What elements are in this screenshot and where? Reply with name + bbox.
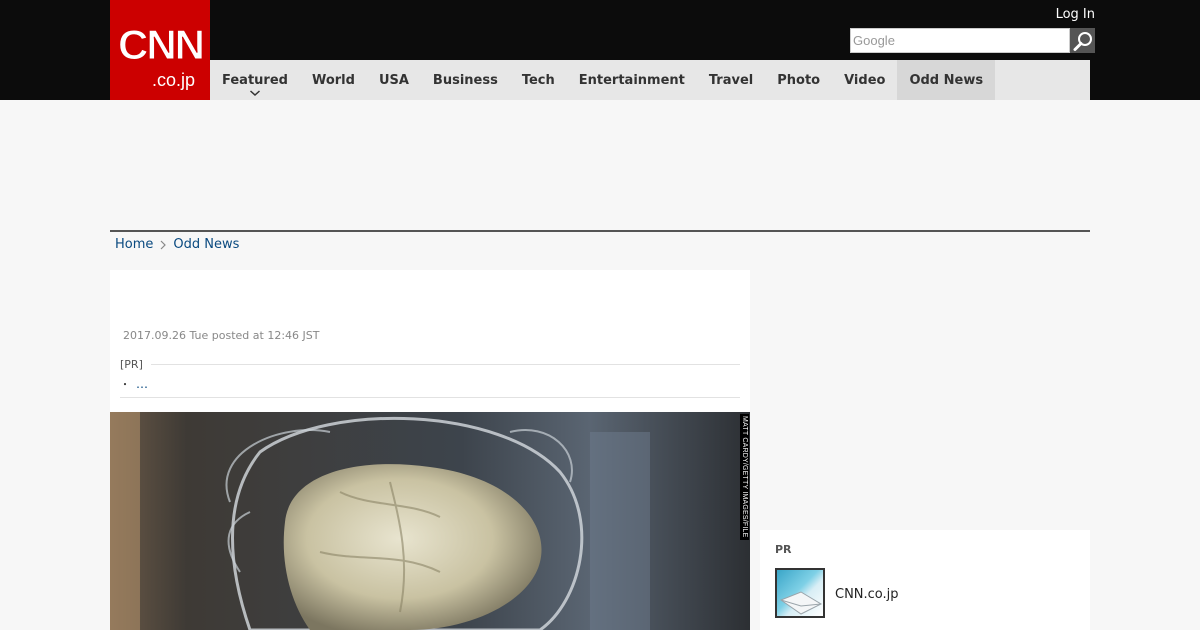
nav-item-odd-news[interactable]: Odd News — [897, 60, 996, 100]
cnn-logo[interactable]: CNN .co.jp — [110, 0, 210, 100]
nav-item-tech[interactable]: Tech — [510, 60, 567, 100]
section-divider — [110, 230, 1090, 232]
pr-label: [PR] — [120, 358, 143, 371]
nav-item-world[interactable]: World — [300, 60, 367, 100]
nav-item-label: Odd News — [909, 72, 984, 88]
pr-divider-bottom — [120, 397, 740, 398]
search-input[interactable] — [850, 28, 1070, 53]
login-link[interactable]: Log In — [1056, 7, 1095, 22]
chevron-right-icon — [160, 240, 167, 250]
sidebar-ad-area — [760, 270, 1090, 520]
sidebar-pr-label: PR — [775, 543, 792, 556]
article-hero-image: MATT CARDY/GETTY IMAGES/FILE — [110, 412, 750, 630]
nav-item-usa[interactable]: USA — [367, 60, 421, 100]
search-button[interactable] — [1070, 28, 1095, 53]
sidebar-pr-title[interactable]: CNN.co.jp — [835, 587, 899, 602]
site-header: CNN .co.jp Log In Featured World USA Bus… — [0, 0, 1200, 100]
breadcrumb-current[interactable]: Odd News — [173, 237, 239, 252]
chevron-down-icon — [249, 90, 260, 96]
pr-list-item: ・ … — [120, 376, 740, 392]
photo-credit: MATT CARDY/GETTY IMAGES/FILE — [740, 414, 749, 540]
nav-item-photo[interactable]: Photo — [765, 60, 832, 100]
pr-divider — [150, 364, 740, 365]
nav-item-label: Business — [432, 72, 498, 88]
main-nav: Featured World USA Business Tech Enterta… — [210, 60, 1090, 100]
pr-bullet: ・ — [120, 380, 130, 391]
nav-item-label: Photo — [777, 72, 821, 88]
sidebar-pr-box: PR CNN.co.jp — [760, 530, 1090, 630]
post-date: 2017.09.26 Tue posted at 12:46 JST — [123, 329, 320, 342]
hero-photo — [110, 412, 750, 630]
nav-item-business[interactable]: Business — [421, 60, 510, 100]
breadcrumb-home[interactable]: Home — [115, 237, 153, 252]
nav-item-label: Entertainment — [578, 72, 685, 88]
pr-link[interactable]: … — [136, 377, 148, 391]
pr-header: [PR] — [120, 358, 740, 371]
sidebar-pr-thumbnail[interactable] — [775, 568, 825, 618]
logo-wordmark: CNN — [118, 21, 206, 68]
nav-item-label: Video — [844, 72, 886, 88]
nav-item-label: Featured — [222, 72, 288, 88]
envelope-icon — [779, 591, 823, 615]
breadcrumb: Home Odd News — [115, 237, 239, 252]
nav-item-travel[interactable]: Travel — [697, 60, 765, 100]
logo-domain: .co.jp — [152, 70, 196, 90]
nav-item-label: Tech — [521, 72, 555, 88]
nav-item-video[interactable]: Video — [832, 60, 897, 100]
magnifier-icon — [1073, 31, 1092, 51]
article-header-card: 2017.09.26 Tue posted at 12:46 JST [PR] … — [110, 270, 750, 412]
pr-block: [PR] ・ … — [120, 358, 740, 398]
nav-item-entertainment[interactable]: Entertainment — [567, 60, 697, 100]
nav-item-label: USA — [378, 72, 409, 88]
nav-item-label: World — [311, 72, 355, 88]
nav-item-featured[interactable]: Featured — [210, 60, 300, 100]
top-ad-area — [110, 100, 1090, 230]
nav-item-label: Travel — [708, 72, 754, 88]
